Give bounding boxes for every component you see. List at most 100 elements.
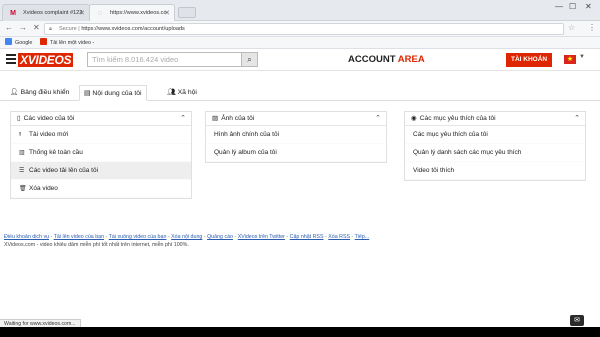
bookmark-label: Tải lên một video - [50,40,95,46]
bookmark-google[interactable]: Google [5,37,32,49]
maximize-button[interactable]: ☐ [569,2,576,11]
file-icon: ▯ [17,115,21,122]
secure-label: Secure [59,26,77,32]
tab-label: Bảng điều khiển [20,89,70,96]
browser-tab-bar: M Xvideos complaint #122 ✕ ◌ https://www… [0,0,600,21]
list-icon: ☰ [19,168,25,174]
menu-item-label: Hình ảnh chính của tôi [214,131,280,138]
menu-item-my-uploads[interactable]: ☰ Các video tải lên của tôi [11,162,191,180]
forward-icon[interactable]: → [19,23,27,32]
browser-menu-icon[interactable]: ⋮ [588,23,596,32]
browser-tab-title: Xvideos complaint #122 [23,10,83,16]
browser-tab-gmail[interactable]: M Xvideos complaint #122 ✕ [2,4,90,21]
menu-item-delete-video[interactable]: 🗑︎ Xóa video [11,180,191,198]
menu-item-liked-videos[interactable]: Video tôi thích [405,162,585,180]
address-toolbar: ← → ✕ 🔒︎ Secure | https://www.xvideos.co… [0,21,600,37]
tab-my-content[interactable]: ▤ Nội dung của tôi [79,85,147,101]
panel-title: Các mục yêu thích của tôi [419,115,496,122]
browser-tab-active[interactable]: ◌ https://www.xvideos.co ✕ [89,4,175,21]
menu-item-manage-albums[interactable]: Quản lý album của tôi [206,144,386,162]
folder-icon: ▤ [84,90,91,97]
footer-link[interactable]: Tài xuống video của bạn [109,234,167,240]
account-button[interactable]: TÀI KHOẢN [506,53,553,67]
footer-link[interactable]: Xóa RSS [328,234,350,240]
search-input[interactable]: Tìm kiếm 8.016.424 video [87,52,253,67]
menu-item-manage-favorites[interactable]: Quản lý danh sách các mục yêu thích [405,144,585,162]
chevron-down-icon[interactable]: ▼ [579,54,585,60]
user-icon: 👤︎ [10,89,19,96]
bookmark-upload-video[interactable]: Tải lên một video - [40,37,94,49]
close-tab-icon[interactable]: ✕ [79,5,85,21]
gmail-icon: M [10,10,16,17]
footer-link[interactable]: Cập nhật RSS [290,234,324,240]
minimize-button[interactable]: — [555,2,563,11]
trash-icon: 🗑︎ [19,186,27,192]
browser-window: M Xvideos complaint #122 ✕ ◌ https://www… [0,0,600,327]
panel-my-favorites: ◉ Các mục yêu thích của tôi ⌃ Các mục yêu… [404,111,586,181]
panel-header[interactable]: ▨ Ảnh của tôi ⌃ [206,112,386,126]
menu-item-my-favorites[interactable]: Các mục yêu thích của tôi [405,126,585,144]
account-tabs: 👤︎ Bảng điều khiển ▤ Nội dung của tôi 👥︎ Xã… [0,85,600,101]
chevron-up-icon[interactable]: ⌃ [574,112,580,126]
menu-item-global-stats[interactable]: ▥ Thống kê toàn cầu [11,144,191,162]
menu-item-label: Xóa video [29,185,58,192]
panel-header[interactable]: ◉ Các mục yêu thích của tôi ⌃ [405,112,585,126]
search-button[interactable]: ⌕ [241,52,258,67]
status-bar: Waiting for www.xvideos.com... [0,319,81,327]
hamburger-menu-icon[interactable] [6,54,16,66]
stop-icon[interactable]: ✕ [33,23,40,32]
chevron-up-icon[interactable]: ⌃ [180,112,186,126]
menu-item-label: Thống kê toàn cầu [29,149,83,156]
video-frame: M Xvideos complaint #122 ✕ ◌ https://www… [0,0,600,337]
upload-icon: ⭱ [19,132,22,138]
panel-title: Các video của tôi [23,115,75,122]
new-tab-button[interactable] [178,7,196,18]
circle-icon: ◉ [411,115,417,122]
close-tab-icon[interactable]: ✕ [164,5,170,21]
footer-link[interactable]: Quảng cáo [207,234,233,240]
tab-dashboard[interactable]: 👤︎ Bảng điều khiển [6,85,73,101]
footer-link[interactable]: XVideos trên Twitter [238,234,285,240]
tab-label: Nội dung của tôi [92,90,142,97]
image-icon: ▨ [212,115,219,122]
address-bar[interactable]: 🔒︎ Secure | https://www.xvideos.com/acco… [44,23,564,35]
menu-item-upload-video[interactable]: ⭱ Tải video mới [11,126,191,144]
language-flag-icon[interactable]: ★ [564,55,576,64]
url-text: https://www.xvideos.com/account/uploads [81,26,185,32]
panel-title: Ảnh của tôi [221,115,255,122]
footer-link[interactable]: Tải lên video của bạn [54,234,104,240]
tab-label: Xã hội [177,89,197,96]
menu-item-label: Các video tải lên của tôi [29,167,99,174]
chart-icon: ▥ [19,150,25,156]
browser-tab-title: https://www.xvideos.co [110,10,167,16]
footer-link[interactable]: Xóa nội dung [171,234,202,240]
page-title: ACCOUNT AREA [348,54,425,65]
bookmark-label: Google [15,40,33,46]
footer-links: Điều khoản dịch vụ - Tải lên video của b… [4,234,370,240]
menu-item-label: Quản lý album của tôi [214,149,277,156]
bookmark-icon [40,38,47,45]
back-icon[interactable]: ← [5,23,13,32]
footer-link[interactable]: Điều khoản dịch vụ [4,234,49,240]
menu-item-label: Tải video mới [29,131,69,138]
menu-item-label: Quản lý danh sách các mục yêu thích [413,149,522,156]
menu-item-main-photo[interactable]: Hình ảnh chính của tôi [206,126,386,144]
site-header: XVIDEOS Tìm kiếm 8.016.424 video ⌕ ACCOU… [0,49,600,71]
lock-icon: 🔒︎ [49,26,52,32]
menu-item-label: Các mục yêu thích của tôi [413,131,488,138]
menu-item-label: Video tôi thích [413,167,455,174]
bookmark-star-icon[interactable]: ☆ [568,23,575,32]
chat-icon[interactable]: ✉ [570,315,584,326]
loading-icon: ◌ [97,10,103,17]
panel-header[interactable]: ▯ Các video của tôi ⌃ [11,112,191,126]
bookmarks-bar: Google Tải lên một video - [0,37,600,49]
site-logo[interactable]: XVIDEOS [18,53,74,67]
google-icon [5,38,12,45]
close-window-button[interactable]: ✕ [585,2,592,11]
chevron-up-icon[interactable]: ⌃ [375,112,381,126]
users-icon: 👥︎ [167,89,176,96]
panel-my-photos: ▨ Ảnh của tôi ⌃ Hình ảnh chính của tôi Qu… [205,111,387,163]
footer-text: XVideos.com - video khiêu dâm miễn phí t… [4,242,189,248]
footer-link[interactable]: Tiếp... [355,234,370,240]
tab-social[interactable]: 👥︎ Xã hội [163,85,201,101]
